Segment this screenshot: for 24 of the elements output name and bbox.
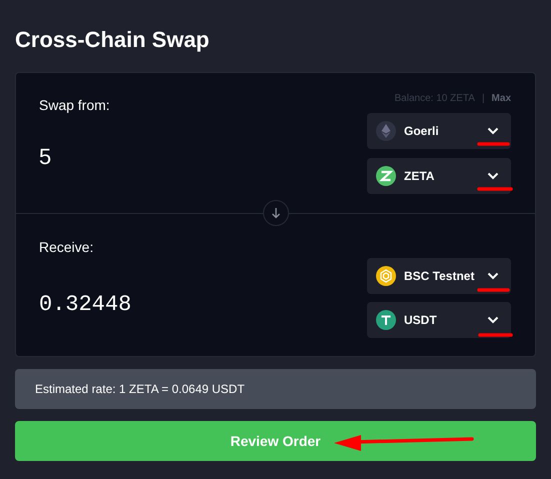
dropdown-select[interactable]: BSC Testnet (367, 258, 511, 294)
annotation-underline (477, 142, 510, 146)
dropdown-select[interactable]: Goerli (367, 113, 511, 149)
amount-value: 0.32448 (39, 291, 132, 319)
swap-direction-button[interactable] (262, 200, 288, 226)
tee-logo-icon (376, 310, 396, 330)
chevron-down-icon (487, 172, 499, 180)
annotation-underline (478, 333, 513, 337)
section-label: Receive: (39, 238, 94, 257)
chevron-down-icon (487, 272, 499, 280)
token-logo-icon (376, 166, 396, 186)
dropdown-select[interactable]: USDT (367, 302, 511, 338)
cube-logo-icon (376, 266, 396, 286)
rate-banner: Estimated rate: 1 ZETA = 0.0649 USDT (15, 369, 536, 409)
page-title: Cross-Chain Swap (15, 26, 210, 54)
annotation-underline (477, 187, 513, 191)
separator-text: | (482, 93, 485, 105)
section-label: Swap from: (39, 96, 110, 115)
chevron-down-icon (487, 127, 499, 135)
annotation-underline (477, 288, 510, 292)
amount-value: 5 (39, 143, 52, 171)
chevron-down-icon (487, 316, 499, 324)
arrow-down-icon (270, 207, 280, 219)
dropdown-select[interactable]: ZETA (367, 158, 511, 194)
